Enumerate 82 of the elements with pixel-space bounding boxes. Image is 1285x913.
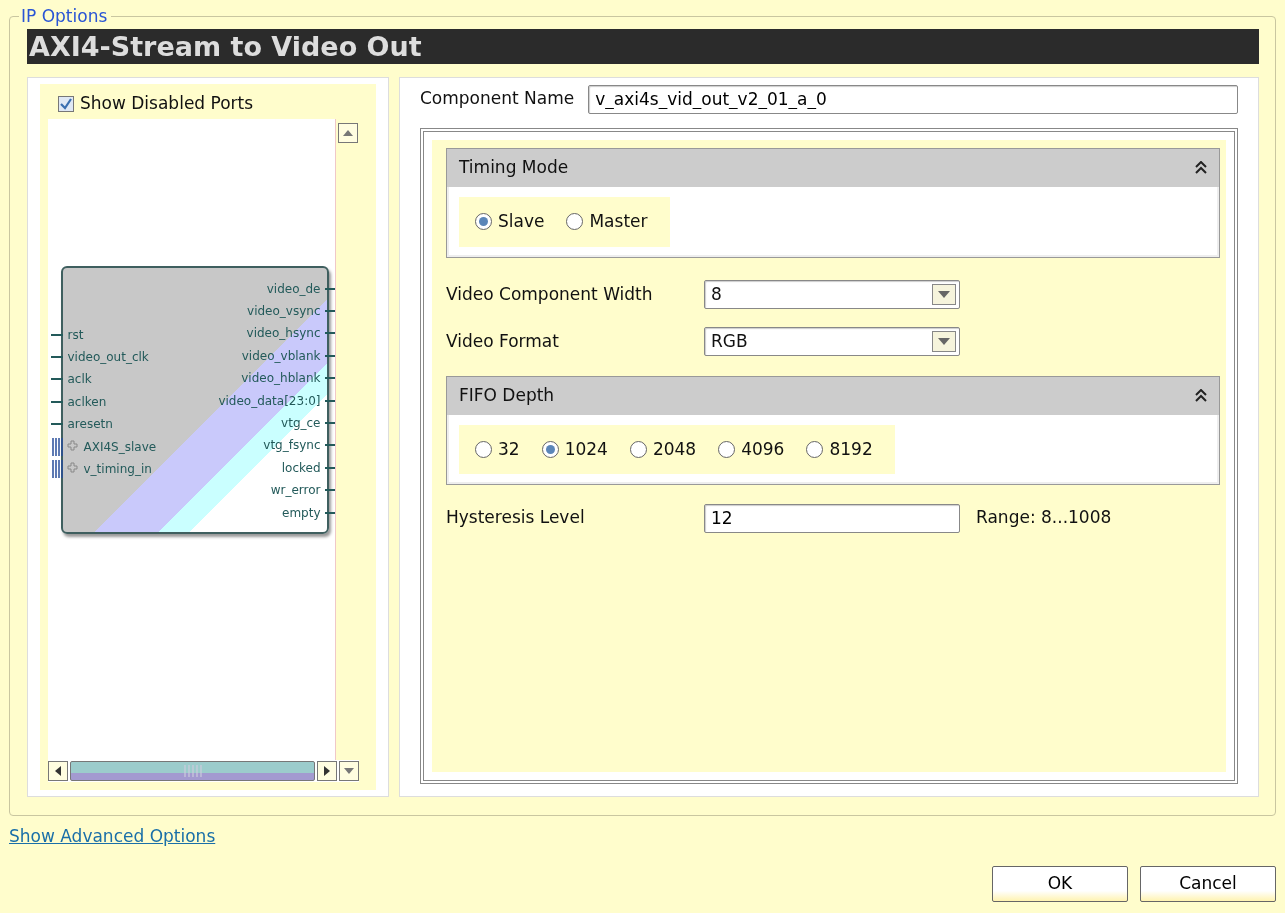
port-pin [324, 422, 337, 425]
ip-title-bar: AXI4-Stream to Video Out [27, 29, 1259, 64]
port-pin [324, 489, 337, 492]
range-hint: Range: 8...1008 [976, 506, 1112, 530]
port-label: aclk [66, 371, 92, 389]
dropdown[interactable]: 8 [704, 280, 960, 309]
port-label: wr_error [270, 482, 322, 500]
port-label: video_vblank [241, 347, 322, 365]
radio-label[interactable]: 2048 [652, 436, 697, 462]
bus-port-icon [50, 437, 79, 456]
port-label: vtg_fsync [263, 437, 322, 455]
port-label: aresetn [66, 416, 113, 434]
port-pin [324, 377, 337, 380]
radio-button[interactable] [566, 213, 584, 231]
port-pin [324, 287, 337, 290]
down-arrow-icon [344, 768, 354, 774]
radio-button[interactable] [806, 440, 824, 458]
port-label: video_hsync [246, 325, 322, 343]
scroll-down-button[interactable] [339, 761, 359, 781]
port-pin [50, 356, 63, 359]
port-label: locked [281, 459, 322, 477]
port-label: video_hblank [241, 370, 322, 388]
scroll-right-button[interactable] [317, 761, 337, 781]
port-pin [324, 354, 337, 357]
advanced-options-link[interactable]: Show Advanced Options [9, 824, 216, 850]
radio-label[interactable]: 32 [498, 436, 520, 462]
bus-port-icon [50, 460, 79, 479]
right-arrow-icon [324, 766, 330, 776]
field-label: Hysteresis Level [446, 506, 586, 530]
radio-button[interactable] [541, 440, 559, 458]
radio-button[interactable] [475, 213, 492, 231]
checkbox[interactable] [58, 95, 74, 112]
port-label: video_data[23:0] [218, 392, 322, 410]
radio-button[interactable] [475, 440, 492, 458]
checkbox-label[interactable]: Show Disabled Ports [80, 90, 254, 117]
dropdown[interactable]: RGB [704, 327, 960, 356]
dropdown-arrow-icon [938, 337, 950, 346]
field-label: Video Component Width [446, 282, 654, 306]
radio-label[interactable]: 8192 [829, 436, 873, 462]
port-label: AXI4S_slave [82, 438, 157, 456]
port-label: video_vsync [247, 303, 322, 321]
text-field[interactable]: 12 [704, 503, 960, 533]
collapse-icon[interactable] [1195, 161, 1207, 175]
dropdown-arrow-icon [938, 290, 950, 299]
dialog-button[interactable]: OK [992, 865, 1128, 902]
port-label: rst [66, 326, 84, 344]
port-pin [324, 444, 337, 447]
radio-label[interactable]: Slave [498, 209, 545, 235]
port-pin [324, 466, 337, 469]
port-label: v_timing_in [82, 461, 152, 479]
radio-button[interactable] [629, 440, 647, 458]
group-title: Timing Mode [459, 156, 569, 180]
radio-label[interactable]: Master [589, 209, 648, 235]
port-pin [324, 511, 337, 514]
grip-icon [182, 765, 203, 777]
port-pin [324, 310, 337, 313]
port-pin [50, 423, 63, 426]
field-label: Video Format [446, 329, 560, 353]
component-name-field[interactable]: v_axi4s_vid_out_v2_01_a_0 [588, 84, 1238, 114]
port-pin [50, 400, 63, 403]
port-label: video_out_clk [66, 349, 149, 367]
field-label: Component Name [420, 87, 575, 111]
scroll-thumb[interactable] [70, 761, 315, 781]
port-pin [50, 333, 63, 336]
group-title: FIFO Depth [459, 383, 555, 407]
radio-button[interactable] [718, 440, 736, 458]
scroll-up-button[interactable] [337, 123, 358, 143]
radio-label[interactable]: 4096 [741, 436, 785, 462]
port-pin [50, 378, 63, 381]
port-label: aclken [66, 393, 107, 411]
collapse-icon[interactable] [1195, 388, 1207, 403]
scroll-left-button[interactable] [48, 761, 68, 781]
radio-label[interactable]: 1024 [564, 436, 608, 462]
up-arrow-icon [342, 130, 353, 136]
port-pin [324, 399, 337, 402]
dialog-button[interactable]: Cancel [1140, 865, 1276, 902]
options-legend: IP Options [19, 8, 112, 25]
left-arrow-icon [55, 766, 61, 776]
port-pin [324, 332, 337, 335]
port-label: empty [282, 504, 322, 522]
port-label: vtg_ce [281, 415, 322, 433]
port-label: video_de [266, 280, 322, 298]
